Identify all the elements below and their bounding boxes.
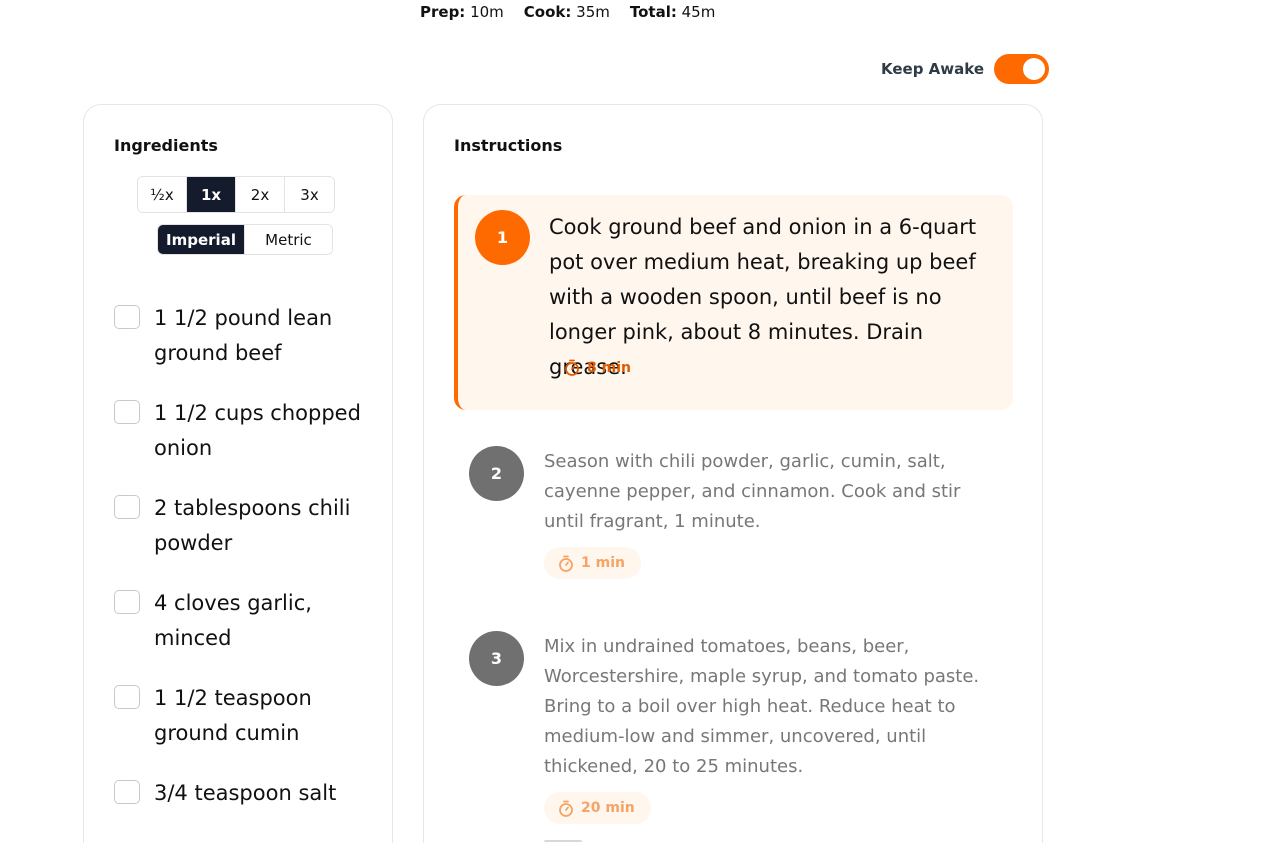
prep-time: Prep: 10m	[420, 3, 504, 21]
ingredient-text: 3/4 teaspoon salt	[154, 781, 337, 805]
stopwatch-icon	[559, 800, 573, 817]
ingredients-card: Ingredients ½x 1x 2x 3x Imperial Metric …	[83, 104, 393, 843]
ingredient-text: 1 1/2 teaspoon ground cumin	[154, 686, 312, 745]
total-time: Total: 45m	[629, 3, 716, 21]
unit-metric-button[interactable]: Metric	[245, 225, 332, 254]
stopwatch-icon	[565, 359, 579, 376]
list-item: 4 cloves garlic, minced	[114, 586, 374, 656]
ingredient-text: 1 1/2 pound lean ground beef	[154, 306, 333, 365]
stopwatch-icon	[559, 555, 573, 572]
ingredient-checkbox[interactable]	[114, 780, 140, 804]
step-number-badge: 1	[475, 210, 530, 265]
keep-awake-control: Keep Awake	[881, 54, 1050, 84]
list-item: 1 1/2 cups chopped onion	[114, 396, 374, 466]
recipe-page: Prep: 10m Cook: 35m Total: 45m Keep Awak…	[0, 0, 1277, 843]
step-text: Mix in undrained tomatoes, beans, beer, …	[544, 636, 980, 777]
scale-half-button[interactable]: ½x	[138, 177, 187, 212]
step-text: Season with chili powder, garlic, cumin,…	[544, 451, 961, 532]
ingredient-checkbox[interactable]	[114, 305, 140, 329]
step-1-active[interactable]: 1 Cook ground beef and onion in a 6-quar…	[454, 195, 1013, 410]
scale-1x-button[interactable]: 1x	[187, 177, 236, 212]
recipe-times: Prep: 10m Cook: 35m Total: 45m	[420, 3, 715, 21]
cook-time: Cook: 35m	[523, 3, 610, 21]
ingredient-checkbox[interactable]	[114, 495, 140, 519]
instructions-title: Instructions	[454, 136, 563, 155]
ingredient-text: 1 1/2 cups chopped onion	[154, 401, 361, 460]
timer-label: 8 min	[587, 359, 631, 376]
toggle-knob	[1023, 58, 1046, 80]
list-item: 1 1/2 teaspoon ground cumin	[114, 681, 374, 751]
list-item: 1 1/2 pound lean ground beef	[114, 301, 374, 371]
ingredient-text: 4 cloves garlic, minced	[154, 591, 312, 650]
keep-awake-label: Keep Awake	[881, 60, 985, 78]
ingredients-title: Ingredients	[114, 136, 218, 155]
ingredient-checkbox[interactable]	[114, 400, 140, 424]
scale-2x-button[interactable]: 2x	[236, 177, 285, 212]
list-item: 3/4 teaspoon salt	[114, 776, 374, 811]
step-timer-button[interactable]: 8 min	[564, 359, 631, 376]
step-number-badge: 2	[469, 446, 524, 501]
list-item: 2 tablespoons chili powder	[114, 491, 374, 561]
unit-selector: Imperial Metric	[157, 224, 333, 255]
scale-selector: ½x 1x 2x 3x	[137, 176, 335, 213]
ingredient-checkbox[interactable]	[114, 685, 140, 709]
step-timer-button[interactable]: 20 min	[544, 792, 651, 824]
ingredient-list: 1 1/2 pound lean ground beef 1 1/2 cups …	[114, 301, 374, 836]
step-number-badge: 3	[469, 631, 524, 686]
step-timer-button[interactable]: 1 min	[544, 547, 641, 579]
keep-awake-toggle[interactable]	[994, 54, 1050, 84]
timer-label: 20 min	[581, 800, 635, 816]
instructions-card: Instructions 1 Cook ground beef and onio…	[423, 104, 1043, 843]
unit-imperial-button[interactable]: Imperial	[158, 225, 245, 254]
ingredient-text: 2 tablespoons chili powder	[154, 496, 351, 555]
scale-3x-button[interactable]: 3x	[285, 177, 334, 212]
ingredient-checkbox[interactable]	[114, 590, 140, 614]
timer-label: 1 min	[581, 555, 625, 571]
